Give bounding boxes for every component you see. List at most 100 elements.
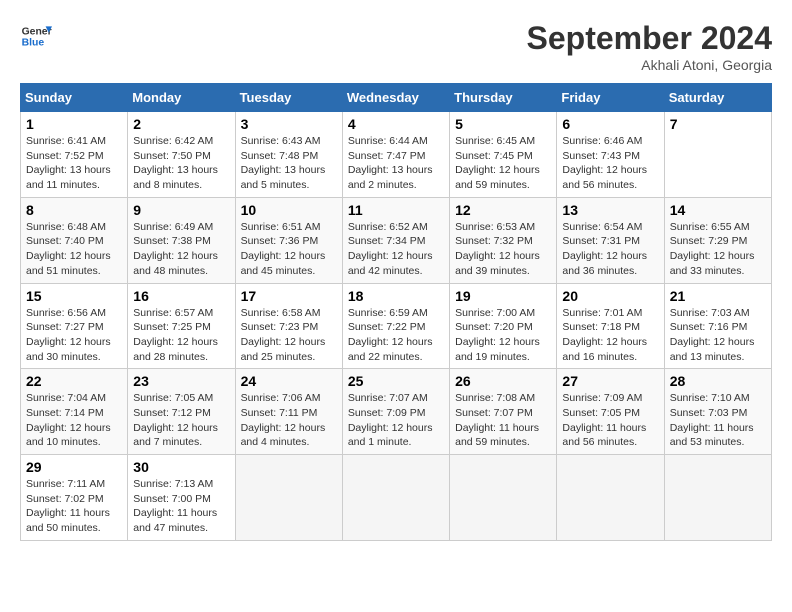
- day-cell: 15 Sunrise: 6:56 AMSunset: 7:27 PMDayligh…: [21, 283, 128, 369]
- day-cell: 4 Sunrise: 6:44 AMSunset: 7:47 PMDaylight…: [342, 112, 449, 198]
- day-cell: 18Sunrise: 6:59 AMSunset: 7:22 PMDayligh…: [342, 283, 449, 369]
- day-info: Sunrise: 6:58 AMSunset: 7:23 PMDaylight:…: [241, 306, 337, 365]
- day-info: Sunrise: 6:56 AMSunset: 7:27 PMDaylight:…: [26, 306, 122, 365]
- weekday-header-wednesday: Wednesday: [342, 84, 449, 112]
- logo-icon: General Blue: [20, 20, 52, 52]
- day-number: 10: [241, 202, 337, 218]
- day-info: Sunrise: 6:43 AMSunset: 7:48 PMDaylight:…: [241, 134, 337, 193]
- day-number: 15: [26, 288, 122, 304]
- day-cell: 26 Sunrise: 7:08 AMSunset: 7:07 PMDayligh…: [450, 369, 557, 455]
- day-info: Sunrise: 6:42 AMSunset: 7:50 PMDaylight:…: [133, 134, 229, 193]
- day-number: 8: [26, 202, 122, 218]
- day-number: 17: [241, 288, 337, 304]
- day-info: Sunrise: 7:04 AMSunset: 7:14 PMDaylight:…: [26, 391, 122, 450]
- day-cell: 5 Sunrise: 6:45 AMSunset: 7:45 PMDaylight…: [450, 112, 557, 198]
- weekday-header-tuesday: Tuesday: [235, 84, 342, 112]
- day-info: Sunrise: 7:11 AMSunset: 7:02 PMDaylight:…: [26, 477, 122, 536]
- day-number: 14: [670, 202, 766, 218]
- day-number: 26: [455, 373, 551, 389]
- day-number: 9: [133, 202, 229, 218]
- day-cell: 28 Sunrise: 7:10 AMSunset: 7:03 PMDayligh…: [664, 369, 771, 455]
- day-cell: 24 Sunrise: 7:06 AMSunset: 7:11 PMDayligh…: [235, 369, 342, 455]
- day-cell: 11 Sunrise: 6:52 AMSunset: 7:34 PMDayligh…: [342, 197, 449, 283]
- day-info: Sunrise: 7:03 AMSunset: 7:16 PMDaylight:…: [670, 306, 766, 365]
- weekday-header-saturday: Saturday: [664, 84, 771, 112]
- title-section: September 2024 Akhali Atoni, Georgia: [527, 20, 772, 73]
- week-row-1: 1Sunrise: 6:41 AMSunset: 7:52 PMDaylight…: [21, 112, 772, 198]
- day-cell: 27 Sunrise: 7:09 AMSunset: 7:05 PMDayligh…: [557, 369, 664, 455]
- day-cell: 2 Sunrise: 6:42 AMSunset: 7:50 PMDaylight…: [128, 112, 235, 198]
- day-info: Sunrise: 6:46 AMSunset: 7:43 PMDaylight:…: [562, 134, 658, 193]
- day-cell: 7: [664, 112, 771, 198]
- day-number: 11: [348, 202, 444, 218]
- location-subtitle: Akhali Atoni, Georgia: [527, 57, 772, 73]
- day-cell: 16 Sunrise: 6:57 AMSunset: 7:25 PMDayligh…: [128, 283, 235, 369]
- month-title: September 2024: [527, 20, 772, 57]
- day-cell: [450, 455, 557, 541]
- day-info: Sunrise: 6:45 AMSunset: 7:45 PMDaylight:…: [455, 134, 551, 193]
- day-info: Sunrise: 6:51 AMSunset: 7:36 PMDaylight:…: [241, 220, 337, 279]
- day-number: 5: [455, 116, 551, 132]
- logo: General Blue: [20, 20, 52, 52]
- day-info: Sunrise: 6:41 AMSunset: 7:52 PMDaylight:…: [26, 134, 122, 193]
- day-cell: 12 Sunrise: 6:53 AMSunset: 7:32 PMDayligh…: [450, 197, 557, 283]
- week-row-3: 15 Sunrise: 6:56 AMSunset: 7:27 PMDayligh…: [21, 283, 772, 369]
- day-number: 28: [670, 373, 766, 389]
- day-cell: 23Sunrise: 7:05 AMSunset: 7:12 PMDayligh…: [128, 369, 235, 455]
- day-number: 12: [455, 202, 551, 218]
- week-row-5: 29Sunrise: 7:11 AMSunset: 7:02 PMDayligh…: [21, 455, 772, 541]
- day-info: Sunrise: 7:10 AMSunset: 7:03 PMDaylight:…: [670, 391, 766, 450]
- day-info: Sunrise: 7:13 AMSunset: 7:00 PMDaylight:…: [133, 477, 229, 536]
- weekday-header-sunday: Sunday: [21, 84, 128, 112]
- day-number: 4: [348, 116, 444, 132]
- calendar-table: SundayMondayTuesdayWednesdayThursdayFrid…: [20, 83, 772, 541]
- day-cell: [664, 455, 771, 541]
- day-cell: 8 Sunrise: 6:48 AMSunset: 7:40 PMDaylight…: [21, 197, 128, 283]
- day-cell: [342, 455, 449, 541]
- day-info: Sunrise: 7:06 AMSunset: 7:11 PMDaylight:…: [241, 391, 337, 450]
- week-row-2: 8 Sunrise: 6:48 AMSunset: 7:40 PMDaylight…: [21, 197, 772, 283]
- day-number: 27: [562, 373, 658, 389]
- day-cell: 6Sunrise: 6:46 AMSunset: 7:43 PMDaylight…: [557, 112, 664, 198]
- day-number: 22: [26, 373, 122, 389]
- day-number: 30: [133, 459, 229, 475]
- day-number: 25: [348, 373, 444, 389]
- day-cell: [235, 455, 342, 541]
- day-cell: 10 Sunrise: 6:51 AMSunset: 7:36 PMDayligh…: [235, 197, 342, 283]
- day-info: Sunrise: 6:54 AMSunset: 7:31 PMDaylight:…: [562, 220, 658, 279]
- day-cell: 29Sunrise: 7:11 AMSunset: 7:02 PMDayligh…: [21, 455, 128, 541]
- day-info: Sunrise: 7:00 AMSunset: 7:20 PMDaylight:…: [455, 306, 551, 365]
- day-info: Sunrise: 7:08 AMSunset: 7:07 PMDaylight:…: [455, 391, 551, 450]
- day-info: Sunrise: 6:48 AMSunset: 7:40 PMDaylight:…: [26, 220, 122, 279]
- header: General Blue September 2024 Akhali Atoni…: [20, 20, 772, 73]
- week-row-4: 22 Sunrise: 7:04 AMSunset: 7:14 PMDayligh…: [21, 369, 772, 455]
- day-info: Sunrise: 6:57 AMSunset: 7:25 PMDaylight:…: [133, 306, 229, 365]
- day-number: 2: [133, 116, 229, 132]
- day-cell: 3Sunrise: 6:43 AMSunset: 7:48 PMDaylight…: [235, 112, 342, 198]
- day-number: 13: [562, 202, 658, 218]
- svg-text:Blue: Blue: [22, 38, 45, 49]
- day-cell: 19Sunrise: 7:00 AMSunset: 7:20 PMDayligh…: [450, 283, 557, 369]
- weekday-header-row: SundayMondayTuesdayWednesdayThursdayFrid…: [21, 84, 772, 112]
- day-cell: 25 Sunrise: 7:07 AMSunset: 7:09 PMDayligh…: [342, 369, 449, 455]
- day-info: Sunrise: 7:09 AMSunset: 7:05 PMDaylight:…: [562, 391, 658, 450]
- day-cell: 30 Sunrise: 7:13 AMSunset: 7:00 PMDayligh…: [128, 455, 235, 541]
- day-number: 21: [670, 288, 766, 304]
- weekday-header-friday: Friday: [557, 84, 664, 112]
- day-info: Sunrise: 7:07 AMSunset: 7:09 PMDaylight:…: [348, 391, 444, 450]
- day-info: Sunrise: 6:44 AMSunset: 7:47 PMDaylight:…: [348, 134, 444, 193]
- day-cell: 20Sunrise: 7:01 AMSunset: 7:18 PMDayligh…: [557, 283, 664, 369]
- day-number: 20: [562, 288, 658, 304]
- day-number: 18: [348, 288, 444, 304]
- day-cell: 22 Sunrise: 7:04 AMSunset: 7:14 PMDayligh…: [21, 369, 128, 455]
- day-info: Sunrise: 6:53 AMSunset: 7:32 PMDaylight:…: [455, 220, 551, 279]
- day-cell: 1Sunrise: 6:41 AMSunset: 7:52 PMDaylight…: [21, 112, 128, 198]
- day-cell: [557, 455, 664, 541]
- day-number: 24: [241, 373, 337, 389]
- day-number: 16: [133, 288, 229, 304]
- day-cell: 17 Sunrise: 6:58 AMSunset: 7:23 PMDayligh…: [235, 283, 342, 369]
- day-info: Sunrise: 6:52 AMSunset: 7:34 PMDaylight:…: [348, 220, 444, 279]
- day-cell: 21 Sunrise: 7:03 AMSunset: 7:16 PMDayligh…: [664, 283, 771, 369]
- weekday-header-monday: Monday: [128, 84, 235, 112]
- day-cell: 13 Sunrise: 6:54 AMSunset: 7:31 PMDayligh…: [557, 197, 664, 283]
